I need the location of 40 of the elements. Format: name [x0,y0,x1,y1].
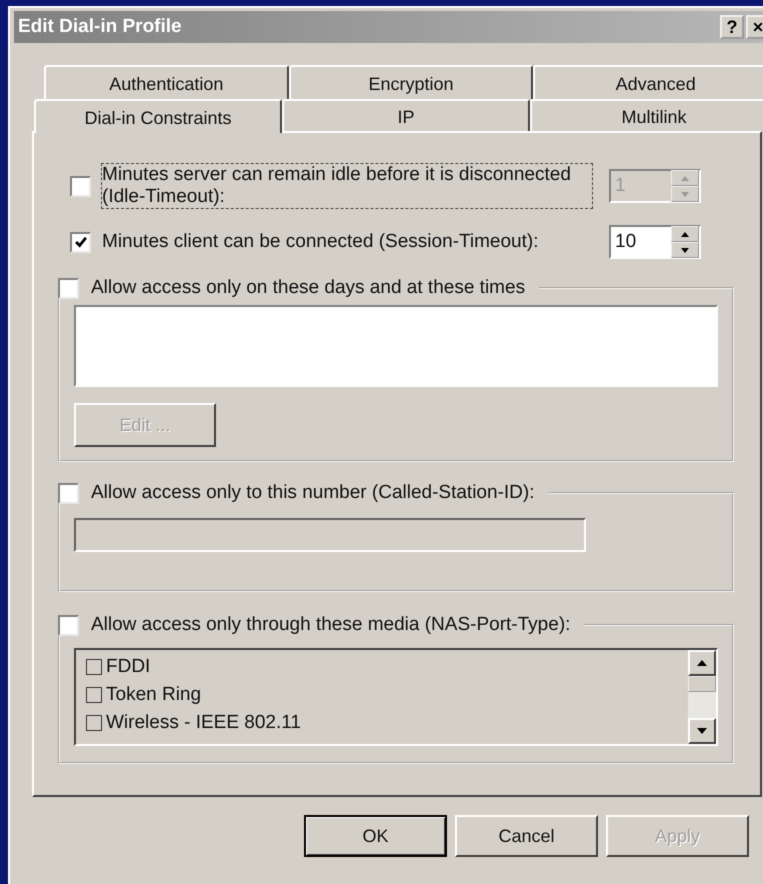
tab[interactable]: IP [282,99,530,131]
scrollbar[interactable] [688,650,716,744]
tab[interactable]: Authentication [44,65,289,99]
checkbox[interactable] [58,614,79,636]
tab[interactable]: Advanced [533,65,763,99]
ok-button[interactable]: OK [304,815,447,857]
list-item[interactable]: Wireless - IEEE 802.11 [106,712,302,734]
checkbox[interactable] [86,659,102,675]
spin-down-button[interactable] [671,242,699,258]
list-item[interactable]: Token Ring [106,684,202,706]
cancel-button[interactable]: Cancel [455,815,598,857]
checkbox-label: Allow access only through these media (NAS-Port-Type): [91,614,570,636]
scroll-up-button[interactable] [688,650,716,676]
checkbox[interactable] [86,687,102,703]
checkbox[interactable] [86,715,102,731]
window-title: Edit Dial-in Profile [18,16,182,38]
up-arrow-icon [681,232,689,236]
checkbox-label: Minutes server can remain idle before it is disconnected (Idle-Timeout): [101,163,593,209]
help-button[interactable]: ? [720,15,744,39]
check-icon [74,235,88,249]
checkbox-label: Allow access only on these days and at these times [91,277,526,299]
list-item[interactable]: FDDI [106,656,150,678]
up-arrow-icon [681,176,689,180]
tab[interactable]: Encryption [288,65,534,99]
checkbox-label: Allow access only to this number (Called-Station-ID): [91,482,535,504]
down-arrow-icon [681,192,689,196]
scroll-down-button[interactable] [688,718,716,744]
spin-up-button[interactable] [671,226,699,242]
checkbox[interactable] [70,232,91,252]
close-button[interactable]: × [746,15,763,39]
spin-box[interactable]: 10 [609,225,701,259]
scroll-thumb[interactable] [688,676,716,692]
checkbox-label: Minutes client can be connected (Session-Timeout): [101,230,540,254]
down-arrow-icon [697,728,707,734]
checkbox[interactable] [58,278,79,298]
tab[interactable]: Multilink [530,99,763,131]
checkbox[interactable] [58,482,79,504]
tab[interactable]: Dial-in Constraints [34,99,282,133]
up-arrow-icon [697,660,707,666]
down-arrow-icon [681,248,689,252]
